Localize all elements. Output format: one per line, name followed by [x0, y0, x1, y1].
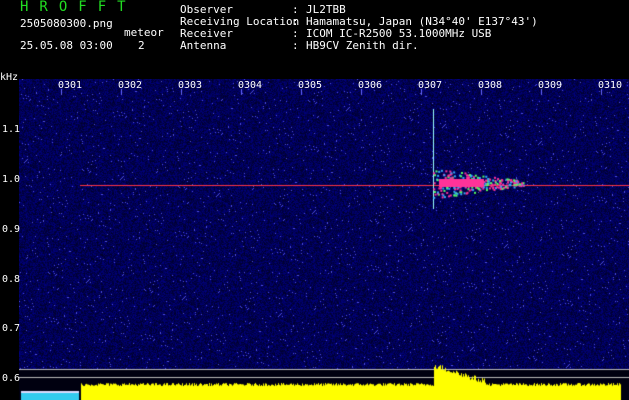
hrofft-window: HROFFT 2505080300.png 25.05.08 03:00 met…: [0, 0, 629, 400]
x-tick-label: 0309: [538, 80, 563, 91]
x-tick-label: 0304: [238, 80, 263, 91]
y-tick-label: 0.8: [2, 274, 21, 285]
spectrogram-canvas: [19, 79, 629, 400]
antenna-key: Antenna: [180, 39, 227, 52]
meteor-count-value: 2: [138, 39, 145, 52]
x-tick-label: 0305: [298, 80, 323, 91]
y-tick-label: 0.9: [2, 224, 21, 235]
meteor-count-caption: meteor: [124, 26, 164, 39]
x-tick-label: 0301: [58, 80, 83, 91]
y-tick-label: 0.7: [2, 323, 21, 334]
app-title: HROFFT: [20, 0, 137, 15]
x-tick-label: 0308: [478, 80, 503, 91]
datetime-label: 25.05.08 03:00: [20, 39, 113, 52]
x-tick-label: 0307: [418, 80, 443, 91]
y-axis-unit: kHz: [0, 72, 19, 83]
y-tick-label: 1.1: [2, 124, 21, 135]
y-tick-label: 0.6: [2, 373, 21, 384]
x-tick-label: 0306: [358, 80, 383, 91]
filename-label: 2505080300.png: [20, 17, 113, 30]
antenna-value: HB9CV Zenith dir.: [306, 39, 419, 52]
y-tick-label: 1.0: [2, 174, 21, 185]
x-tick-label: 0303: [178, 80, 203, 91]
x-tick-label: 0302: [118, 80, 143, 91]
antenna-colon: :: [292, 39, 299, 52]
x-tick-label: 0310: [598, 80, 623, 91]
